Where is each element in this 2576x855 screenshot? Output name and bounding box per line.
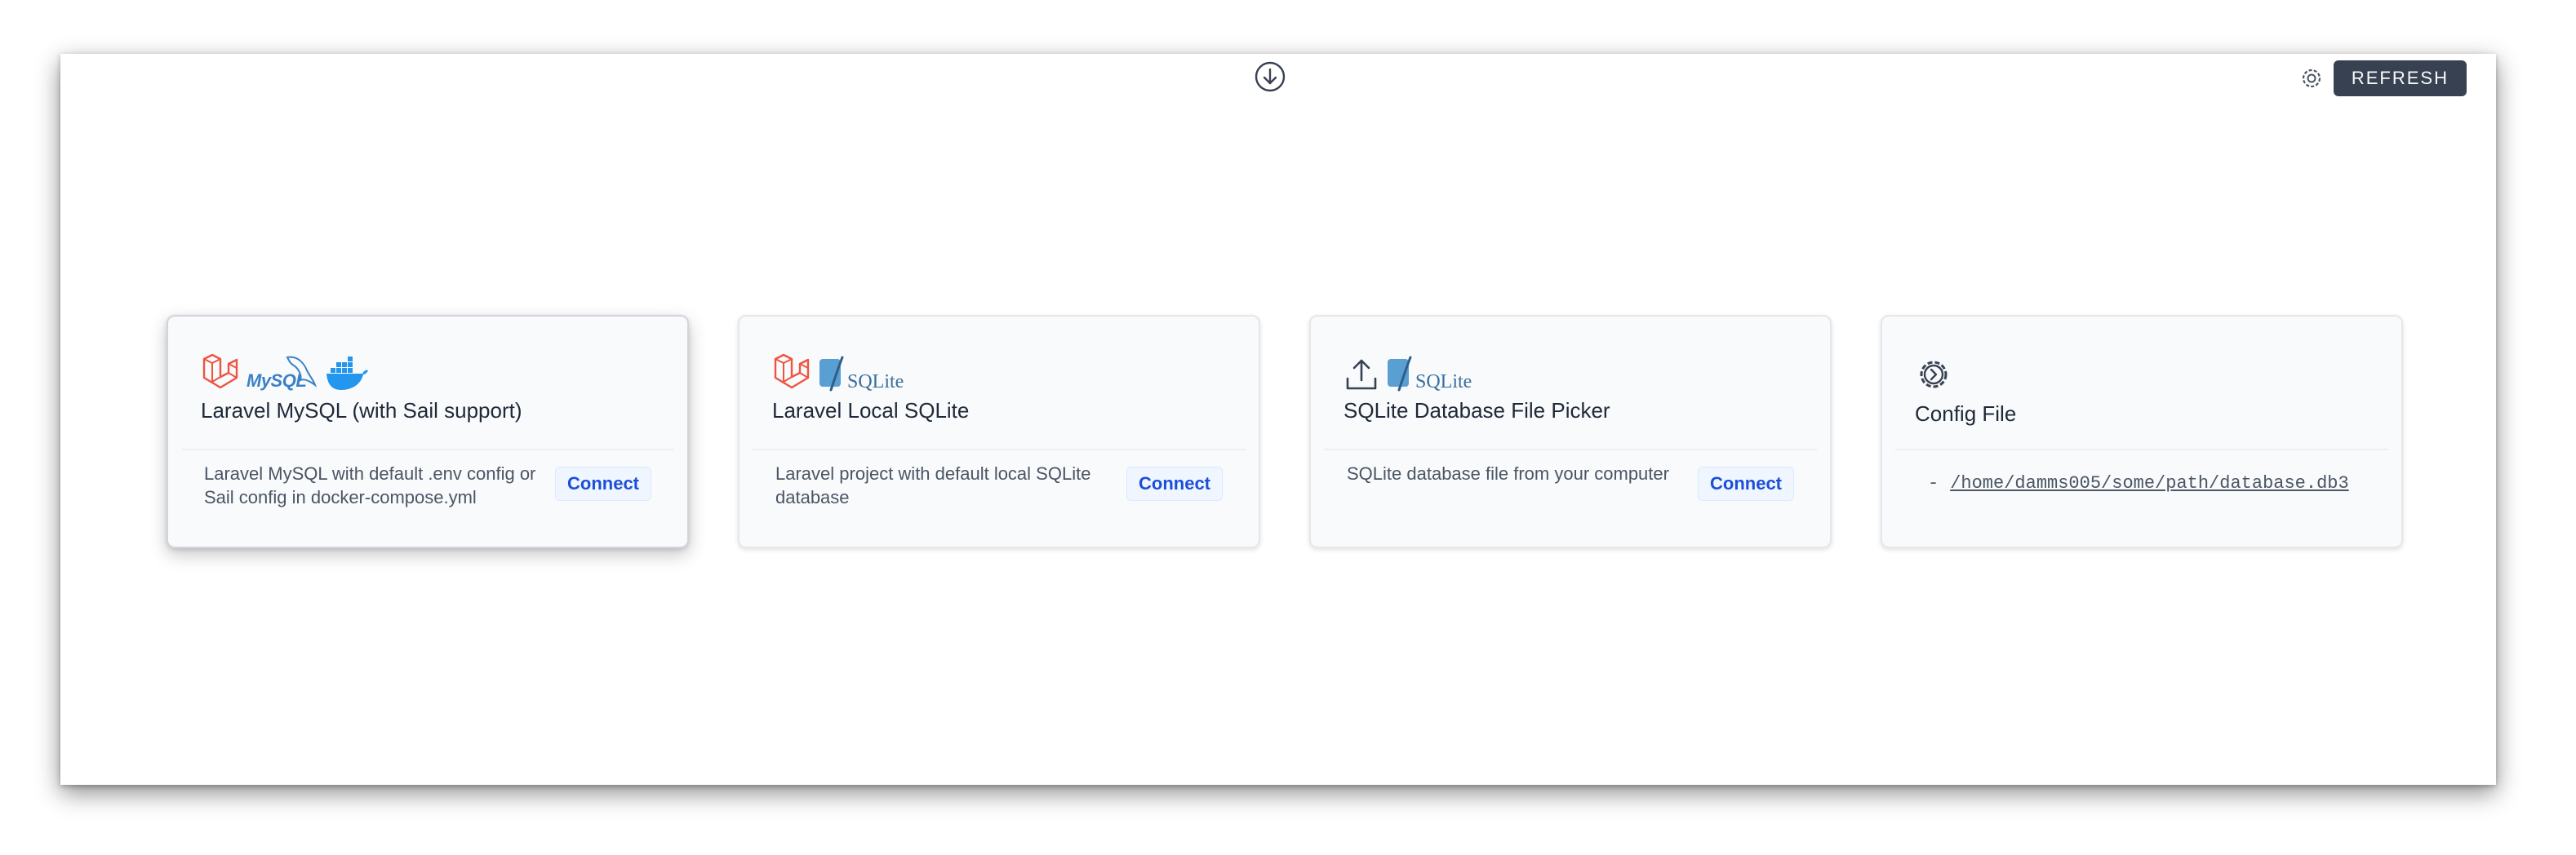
mysql-logo-icon: MySQL (246, 352, 317, 393)
sqlite-logo-icon: SQLite (818, 356, 904, 393)
card-sqlite-file-picker: SQLite SQLite Database File Picker SQLit… (1309, 315, 1832, 548)
sqlite-logo-icon: SQLite (1386, 356, 1472, 393)
card-icons (1915, 348, 1952, 393)
card-laravel-mysql: MySQL Laravel MySQL (with Sail support) … (167, 315, 689, 548)
card-description: SQLite database file from your computer (1347, 463, 1669, 484)
card-divider (1324, 449, 1817, 450)
config-path-item: -/home/damms005/some/path/database.db3 (1928, 473, 2349, 494)
app-window: REFRESH MySQL Laravel MySQL (with Sail s… (60, 54, 2496, 785)
card-title: Config File (1915, 401, 2017, 426)
card-config-file: Config File -/home/damms005/some/path/da… (1881, 315, 2403, 548)
upload-icon (1346, 359, 1377, 390)
card-laravel-sqlite: SQLite Laravel Local SQLite Laravel proj… (738, 315, 1260, 548)
gear-icon[interactable] (2299, 66, 2324, 91)
download-circle-icon[interactable] (1254, 60, 1286, 93)
config-path-link[interactable]: /home/damms005/some/path/database.db3 (1950, 473, 2348, 494)
card-divider (753, 449, 1246, 450)
card-description: Laravel MySQL with default .env config o… (204, 463, 536, 507)
refresh-button[interactable]: REFRESH (2333, 60, 2467, 96)
toolbar-right: REFRESH (2299, 60, 2467, 96)
card-icons: MySQL (201, 348, 369, 393)
connect-button[interactable]: Connect (555, 467, 651, 501)
config-gear-icon (1920, 361, 1948, 388)
card-divider (181, 449, 674, 450)
connect-button[interactable]: Connect (1698, 467, 1794, 501)
card-title: Laravel MySQL (with Sail support) (201, 398, 522, 423)
connect-button[interactable]: Connect (1126, 467, 1223, 501)
card-icons: SQLite (1344, 348, 1472, 393)
connection-cards: MySQL Laravel MySQL (with Sail support) … (167, 315, 2403, 548)
laravel-logo-icon (774, 353, 810, 389)
laravel-logo-icon (202, 353, 238, 389)
card-description: Laravel project with default local SQLit… (775, 463, 1091, 507)
docker-logo-icon (326, 357, 368, 390)
card-title: SQLite Database File Picker (1344, 398, 1610, 423)
card-icons: SQLite (772, 348, 904, 393)
card-divider (1895, 449, 2388, 450)
card-title: Laravel Local SQLite (772, 398, 970, 423)
